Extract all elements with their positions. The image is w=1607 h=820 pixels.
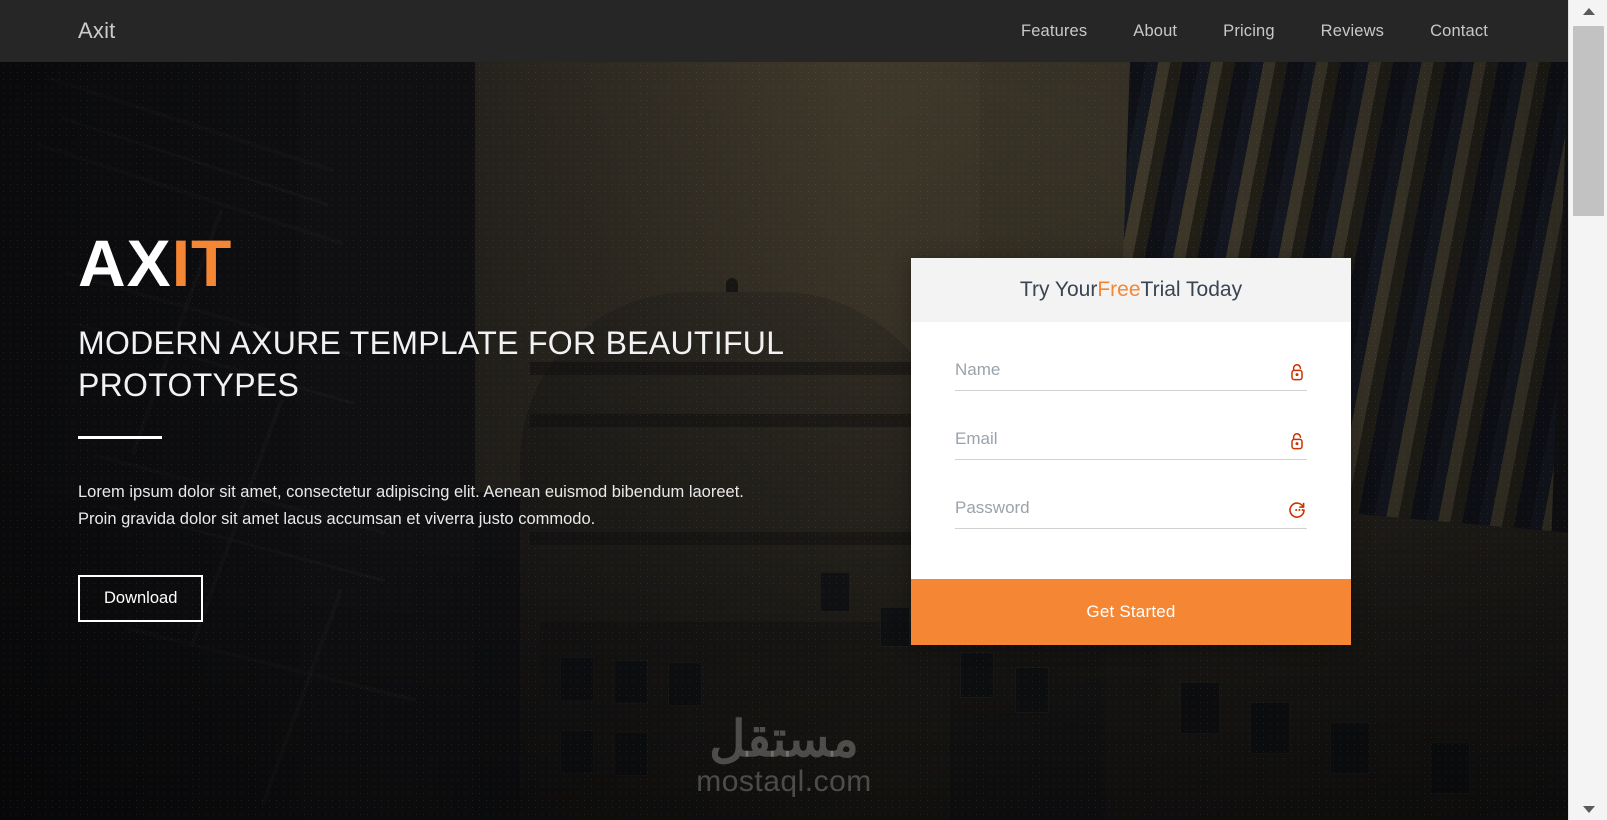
hero-section: AXIT MODERN AXURE TEMPLATE FOR BEAUTIFUL… [0, 62, 1568, 820]
hero-logo-text-accent: IT [171, 226, 233, 300]
hero-divider-rule [78, 436, 162, 440]
hero-logo-text-primary: AX [78, 226, 172, 300]
hero-copy: AXIT MODERN AXURE TEMPLATE FOR BEAUTIFUL… [78, 230, 838, 622]
nav-item-reviews[interactable]: Reviews [1321, 22, 1384, 41]
signup-title-part-1: Try Your [1019, 278, 1098, 301]
hero-logo-text: AXIT [78, 230, 838, 296]
name-field-row [955, 354, 1307, 391]
signup-card-title: Try Your Free Trial Today [911, 258, 1351, 322]
signup-card: Try Your Free Trial Today Name Email Get… [911, 258, 1351, 645]
password-field-row [955, 492, 1307, 529]
name-input[interactable] [955, 354, 1307, 391]
triangle-up-icon [1582, 7, 1595, 15]
browser-viewport: AXIT MODERN AXURE TEMPLATE FOR BEAUTIFUL… [0, 0, 1607, 820]
signup-form [911, 322, 1351, 579]
scroll-up-button[interactable] [1569, 2, 1607, 20]
triangle-down-icon [1582, 805, 1595, 813]
nav-menu: Features About Pricing Reviews Contact [1021, 0, 1488, 62]
nav-item-contact[interactable]: Contact [1430, 22, 1488, 41]
signup-title-part-2: Trial Today [1140, 278, 1243, 301]
email-field-row [955, 423, 1307, 460]
signup-title-accent: Free [1097, 278, 1141, 301]
vertical-scrollbar[interactable] [1568, 0, 1607, 820]
web-page: AXIT MODERN AXURE TEMPLATE FOR BEAUTIFUL… [0, 0, 1568, 820]
nav-item-about[interactable]: About [1133, 22, 1177, 41]
nav-item-pricing[interactable]: Pricing [1223, 22, 1275, 41]
hero-subtitle: MODERN AXURE TEMPLATE FOR BEAUTIFUL PROT… [78, 325, 784, 404]
brand-logo[interactable]: Axit [78, 0, 115, 62]
nav-item-features[interactable]: Features [1021, 22, 1087, 41]
top-navigation-bar: Axit Features About Pricing Reviews Cont… [0, 0, 1568, 62]
scroll-down-button[interactable] [1569, 800, 1607, 818]
get-started-button[interactable]: Get Started [911, 579, 1351, 645]
email-input[interactable] [955, 423, 1307, 460]
download-button[interactable]: Download [78, 574, 204, 622]
password-input[interactable] [955, 492, 1307, 529]
scrollbar-thumb[interactable] [1573, 26, 1604, 216]
hero-paragraph: Lorem ipsum dolor sit amet, consectetur … [78, 483, 744, 529]
